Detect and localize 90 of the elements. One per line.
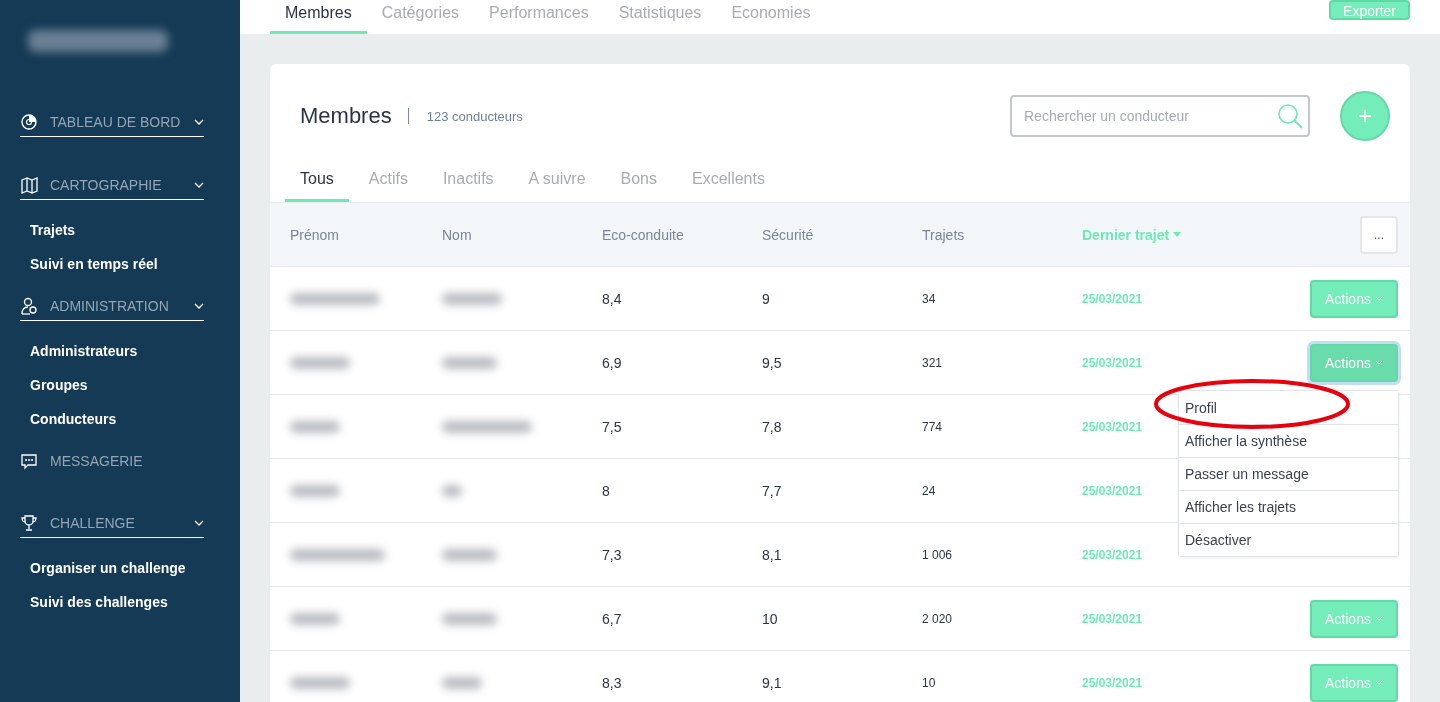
chat-icon — [20, 451, 38, 471]
date-cell: 25/03/2021 — [1082, 483, 1143, 498]
blurred-text — [442, 484, 462, 497]
top-tab[interactable]: Catégories — [366, 0, 475, 34]
chevron-down-icon — [1374, 680, 1383, 685]
table-cell-text: 10 — [762, 610, 779, 627]
sidebar-section[interactable]: MESSAGERIE — [20, 449, 204, 475]
filter-tab[interactable]: Inactifs — [427, 160, 509, 202]
table-cell-text: 34 — [922, 291, 937, 306]
filter-tab[interactable]: A suivre — [513, 160, 601, 202]
sort-caret-icon — [1173, 232, 1182, 237]
top-tab[interactable]: Statistiques — [603, 0, 717, 34]
trophy-icon — [20, 513, 38, 533]
table-cell-text: 321 — [922, 355, 944, 370]
blurred-text — [442, 548, 497, 561]
chevron-down-icon — [1374, 616, 1383, 621]
menu-item[interactable]: Passer un message — [1179, 457, 1398, 490]
table-cell-text: 9,5 — [762, 354, 783, 371]
blurred-text — [290, 612, 340, 625]
chevron-down-icon — [1374, 360, 1383, 365]
table-cell-text: 1 006 — [922, 547, 954, 562]
chevron-down-icon — [1374, 296, 1383, 301]
chevron-down-icon — [194, 182, 204, 188]
date-cell: 25/03/2021 — [1082, 547, 1143, 562]
date-cell: 25/03/2021 — [1082, 291, 1143, 306]
table-cell-text: 24 — [922, 483, 937, 498]
dashboard-icon — [20, 112, 38, 132]
user-gear-icon — [20, 296, 38, 316]
table-cell-text: 8,4 — [602, 290, 623, 307]
sidebar-item[interactable]: Suivi des challenges — [30, 594, 204, 610]
menu-item[interactable]: Afficher les trajets — [1179, 490, 1398, 523]
menu-item[interactable]: Afficher la synthèse — [1179, 424, 1398, 457]
sidebar-item[interactable]: Conducteurs — [30, 411, 204, 427]
search-field[interactable]: Rechercher un conducteur — [1010, 95, 1310, 137]
column-header[interactable]: Prénom — [290, 226, 442, 243]
filter-tab[interactable]: Excellents — [677, 160, 780, 202]
blurred-text — [442, 676, 482, 689]
more-button[interactable]: ... — [1360, 215, 1398, 254]
driver-count: 123 conducteurs — [426, 108, 524, 124]
top-tab[interactable]: Performances — [474, 0, 604, 34]
table-cell-text: 6,7 — [602, 610, 623, 627]
sidebar-item[interactable]: Organiser un challenge — [30, 560, 204, 576]
sidebar-section[interactable]: ADMINISTRATION — [20, 294, 204, 321]
filter-tab[interactable]: Actifs — [353, 160, 423, 202]
sidebar-item[interactable]: Administrateurs — [30, 343, 204, 359]
sidebar-item[interactable]: Trajets — [30, 222, 204, 238]
menu-item[interactable]: Profil — [1179, 391, 1398, 424]
table-cell-text: 8 — [602, 482, 611, 499]
blurred-text — [442, 356, 497, 369]
top-tab[interactable]: Economies — [716, 0, 826, 34]
column-header[interactable]: Sécurité — [762, 226, 922, 243]
filter-tab[interactable]: Bons — [605, 160, 672, 202]
blurred-text — [442, 612, 497, 625]
blurred-text — [290, 676, 350, 689]
sidebar-item[interactable]: Groupes — [30, 377, 204, 393]
chevron-down-icon — [194, 520, 204, 526]
sidebar-section[interactable]: TABLEAU DE BORD — [20, 110, 204, 137]
sidebar-item[interactable]: Suivi en temps réel — [30, 256, 204, 272]
date-cell: 25/03/2021 — [1082, 611, 1143, 626]
date-cell: 25/03/2021 — [1082, 675, 1143, 690]
table-cell-text: 9 — [762, 290, 771, 307]
table-cell-text: 2 020 — [922, 611, 954, 626]
blurred-text — [290, 484, 340, 497]
date-cell: 25/03/2021 — [1082, 355, 1143, 370]
date-cell: 25/03/2021 — [1082, 419, 1143, 434]
chevron-down-icon — [194, 119, 204, 125]
table-cell-text: 7,5 — [602, 418, 623, 435]
blurred-text — [442, 292, 502, 305]
table-cell-text: 8,1 — [762, 546, 783, 563]
card-title: Membres — [300, 103, 392, 129]
table-cell-text: 7,3 — [602, 546, 623, 563]
top-tab[interactable]: Membres — [270, 0, 367, 34]
sidebar-section[interactable]: CHALLENGE — [20, 511, 204, 538]
column-header[interactable]: Nom — [442, 226, 602, 243]
table-cell-text: 774 — [922, 419, 944, 434]
column-header[interactable]: Eco-conduite — [602, 226, 762, 243]
blurred-text — [290, 420, 340, 433]
table-cell-text: 10 — [922, 675, 937, 690]
column-header[interactable]: Trajets — [922, 226, 1082, 243]
map-icon — [20, 175, 38, 195]
blurred-text — [290, 356, 350, 369]
table-cell-text: 7,7 — [762, 482, 783, 499]
search-icon — [1276, 102, 1304, 130]
table-cell-text: 8,3 — [602, 674, 623, 691]
sidebar-section[interactable]: CARTOGRAPHIE — [20, 173, 204, 200]
table-cell-text: 6,9 — [602, 354, 623, 371]
chevron-down-icon — [194, 303, 204, 309]
menu-item[interactable]: Désactiver — [1179, 523, 1398, 556]
table-cell-text: 7,8 — [762, 418, 783, 435]
table-cell-text: 9,1 — [762, 674, 783, 691]
